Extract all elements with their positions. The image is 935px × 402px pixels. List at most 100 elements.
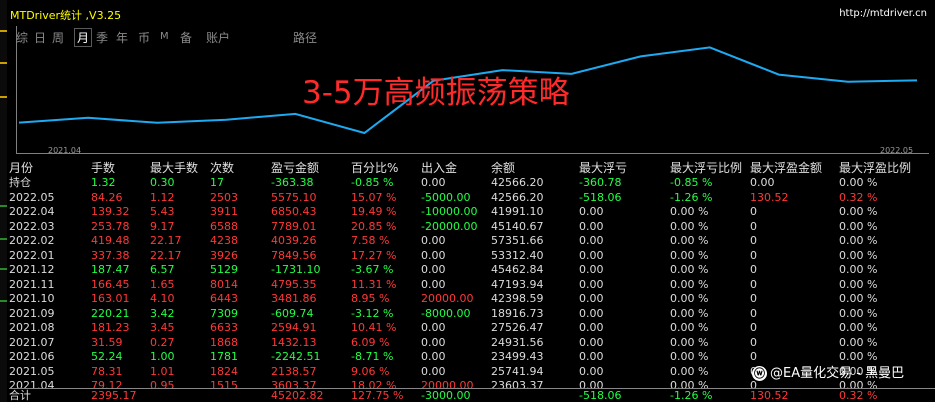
tab-10[interactable]: 路径: [293, 29, 317, 46]
title-bar: MTDriver统计 ,V3.25 http://mtdriver.cn: [7, 0, 935, 26]
cell-col-1: 78.31: [91, 364, 123, 378]
cell-col-6: -20000.00: [421, 219, 478, 233]
weibo-icon: ⓦ: [752, 366, 767, 381]
cell-col-3: 6443: [210, 292, 238, 305]
cell-col-1: 166.45: [91, 277, 130, 291]
cell-col-5: 百分比%: [351, 161, 399, 175]
cell-col-1: 337.38: [91, 248, 130, 262]
cell-col-10: 0: [750, 205, 757, 218]
cell-col-8: 0.00: [579, 277, 604, 291]
cell-col-1: 手数: [91, 161, 116, 175]
cell-col-7: 42566.20: [491, 176, 544, 189]
cell-col-8: 最大浮亏: [579, 161, 628, 175]
cell-col-9: -1.26 %: [670, 389, 713, 402]
x-axis-start-label: 2021.04: [48, 146, 82, 155]
cell-col-4: 盈亏金额: [271, 161, 320, 175]
table-row: 2022.01 337.38 22.17 3926 7849.56 17.27 % 0.00…: [9, 249, 935, 262]
cell-col-0: 月份: [9, 161, 34, 175]
cell-col-6: 出入金: [421, 161, 458, 175]
tab-2[interactable]: 周: [52, 29, 64, 46]
tab-6[interactable]: 币: [138, 29, 150, 46]
tab-5[interactable]: 年: [116, 29, 128, 46]
cell-col-10: 0: [750, 277, 757, 291]
cell-col-1: 31.59: [91, 335, 123, 349]
tab-9[interactable]: 账户: [206, 29, 230, 46]
tab-1[interactable]: 日: [34, 29, 46, 46]
cell-col-3: 1781: [210, 350, 238, 363]
cell-col-3: 1868: [210, 335, 238, 349]
cell-col-3: 8014: [210, 277, 238, 291]
cell-col-3: 17: [210, 176, 224, 189]
cell-col-1: 253.78: [91, 219, 130, 233]
table-row: 2021.09 220.21 3.42 7309 -609.74 -3.12 % -8000…: [9, 307, 935, 320]
tab-3[interactable]: 月: [74, 28, 93, 47]
cell-col-7: 45140.67: [491, 219, 544, 233]
tab-0[interactable]: 综: [16, 29, 28, 46]
cell-col-9: 0.00 %: [670, 234, 709, 247]
x-axis-end-label: 2022.05: [880, 146, 914, 155]
cell-col-6: 0.00: [421, 364, 446, 378]
cell-col-5: -3.67 %: [351, 263, 394, 276]
cell-col-11: 0.00 %: [839, 263, 878, 276]
table-row: 2021.10 163.01 4.10 6443 3481.86 8.95 % 20000.…: [9, 292, 935, 305]
cell-col-7: 余额: [491, 161, 516, 175]
cell-col-3: 2503: [210, 190, 238, 204]
cell-col-6: 0.00: [421, 176, 446, 189]
cell-col-4: 5575.10: [271, 190, 317, 204]
cell-col-9: 0.00 %: [670, 219, 709, 233]
cell-col-9: 最大浮亏比例: [670, 161, 743, 175]
cell-col-8: 0.00: [579, 248, 604, 262]
cell-col-8: 0.00: [579, 234, 604, 247]
cell-col-9: 0.00 %: [670, 364, 709, 378]
cell-col-5: -0.85 %: [351, 176, 394, 189]
cell-col-10: 0: [750, 321, 757, 334]
cell-col-3: 7309: [210, 306, 238, 320]
cell-col-6: 0.00: [421, 248, 446, 262]
cell-col-2: 1.65: [150, 277, 175, 291]
cell-col-4: 2138.57: [271, 364, 317, 378]
cell-col-2: 1.01: [150, 364, 175, 378]
cell-col-8: 0.00: [579, 263, 604, 276]
table-row: 2022.02 419.48 22.17 4238 4039.26 7.58 % 0.00 5…: [9, 234, 935, 247]
tab-4[interactable]: 季: [96, 29, 108, 46]
website-link[interactable]: http://mtdriver.cn: [839, 8, 927, 19]
cell-col-8: -360.78: [579, 176, 622, 189]
cell-col-6: -5000.00: [421, 190, 471, 204]
cell-col-4: 45202.82: [271, 389, 324, 402]
cell-col-3: 6633: [210, 321, 238, 334]
cell-col-5: 10.41 %: [351, 321, 397, 334]
cell-col-8: -518.06: [579, 389, 622, 402]
tab-8[interactable]: 备: [180, 29, 192, 46]
cell-col-0: 2021.08: [9, 321, 55, 334]
cell-col-7: 18916.73: [491, 306, 544, 320]
cell-col-5: 127.75 %: [351, 389, 404, 402]
cell-col-0: 2022.01: [9, 248, 55, 262]
cell-col-11: 0.00 %: [839, 335, 878, 349]
table-row: 2022.04 139.32 5.43 3911 6850.43 19.49 % -1000…: [9, 205, 935, 218]
cell-col-1: 84.26: [91, 190, 123, 204]
tab-7[interactable]: M: [160, 31, 169, 42]
cell-col-4: 4795.35: [271, 277, 317, 291]
cell-col-2: 1.00: [150, 350, 175, 363]
cell-col-11: 0.00 %: [839, 234, 878, 247]
cell-col-9: -1.26 %: [670, 190, 713, 204]
cell-col-7: 53312.40: [491, 248, 544, 262]
cell-col-10: 0: [750, 248, 757, 262]
cell-col-11: 0.32 %: [839, 190, 878, 204]
cell-col-11: 0.32 %: [839, 389, 878, 402]
cell-col-8: 0.00: [579, 321, 604, 334]
cell-col-7: 45462.84: [491, 263, 544, 276]
cell-col-10: 0: [750, 335, 757, 349]
cell-col-3: 4238: [210, 234, 238, 247]
cell-col-9: 0.00 %: [670, 248, 709, 262]
cell-col-3: 1824: [210, 364, 238, 378]
cell-col-3: 次数: [210, 161, 235, 175]
cell-col-6: 0.00: [421, 277, 446, 291]
cell-col-3: 5129: [210, 263, 238, 276]
cell-col-0: 2021.09: [9, 306, 55, 320]
cell-col-5: 8.95 %: [351, 292, 390, 305]
cell-col-6: 0.00: [421, 263, 446, 276]
cell-col-4: 4039.26: [271, 234, 317, 247]
cell-col-0: 合计: [9, 389, 31, 402]
cell-col-3: 3926: [210, 248, 238, 262]
